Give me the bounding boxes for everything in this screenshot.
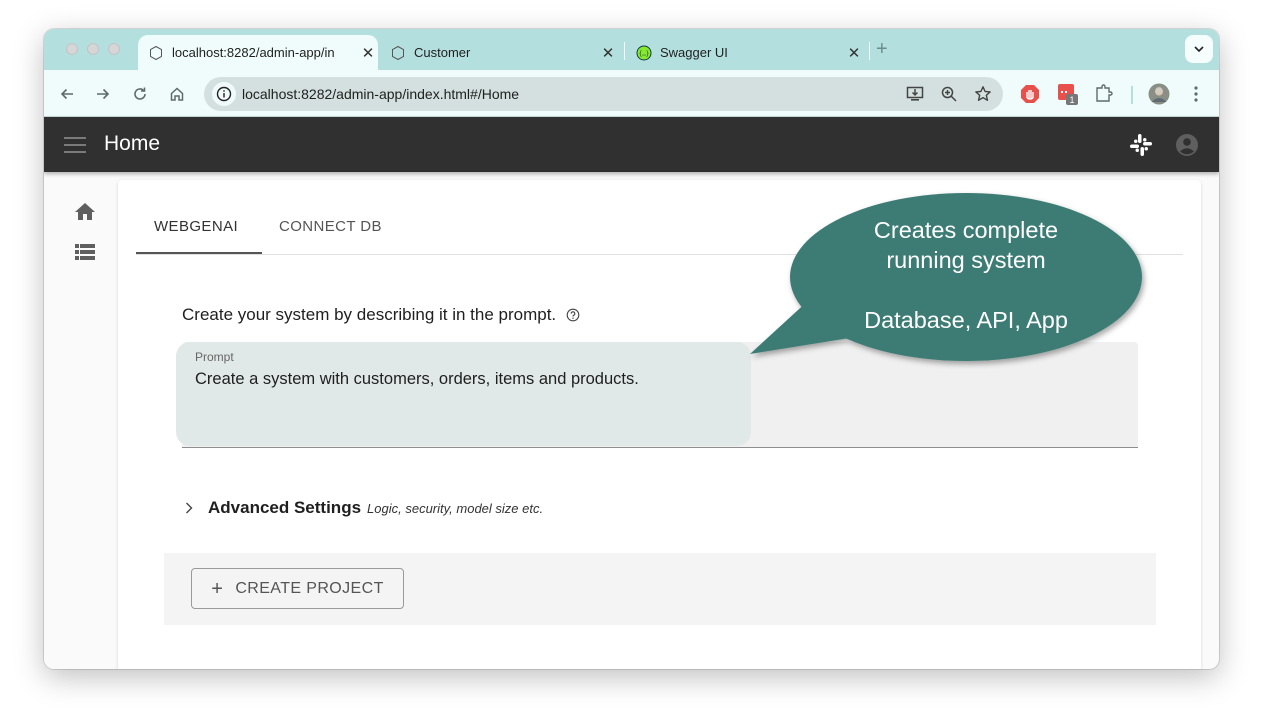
svg-text:{…}: {…} [639, 50, 650, 57]
new-tab-button[interactable]: + [876, 38, 888, 61]
home-outline-icon [170, 87, 184, 101]
advanced-settings-subtitle: Logic, security, model size etc. [367, 501, 544, 516]
close-tab-icon[interactable]: ✕ [844, 44, 864, 62]
prompt-label: Prompt [195, 350, 234, 364]
forward-button[interactable] [91, 82, 115, 106]
home-button[interactable] [165, 82, 189, 106]
callout-line-3: Database, API, App [864, 307, 1068, 333]
extensions-puzzle-icon[interactable] [1092, 82, 1116, 106]
tab-strip: localhost:8282/admin-app/in ✕ Customer ✕… [44, 29, 1219, 70]
browser-tab-swagger[interactable]: {…} Swagger UI ✕ [626, 35, 864, 70]
more-vert-icon [1194, 86, 1198, 102]
advanced-settings-title: Advanced Settings [208, 498, 362, 517]
browser-tab-home[interactable]: localhost:8282/admin-app/in ✕ [138, 35, 378, 70]
browser-tab-customer[interactable]: Customer ✕ [380, 35, 618, 70]
url-text[interactable]: localhost:8282/admin-app/index.html#/Hom… [242, 86, 519, 102]
close-window-button[interactable] [66, 43, 78, 55]
maximize-window-button[interactable] [108, 43, 120, 55]
tab-separator [624, 42, 625, 60]
plus-icon: + [211, 577, 224, 600]
slack-icon[interactable] [1129, 133, 1153, 157]
menu-icon[interactable] [64, 137, 86, 153]
tab-webgenai[interactable]: WEBGENAI [154, 218, 238, 235]
chevron-down-icon [1194, 46, 1204, 52]
callout-line-2: running system [886, 247, 1046, 273]
close-tab-icon[interactable]: ✕ [598, 44, 618, 62]
minimize-window-button[interactable] [87, 43, 99, 55]
window-controls [66, 43, 120, 55]
site-info-icon[interactable] [212, 82, 236, 106]
hexagon-icon [148, 45, 164, 61]
chevron-right-icon [186, 502, 193, 514]
list-icon [75, 244, 95, 260]
home-icon [75, 203, 95, 220]
callout-text: Creates complete running system Database… [844, 215, 1088, 335]
actions-bar: + CREATE PROJECT [164, 553, 1156, 625]
arrow-left-icon [60, 88, 73, 100]
reload-button[interactable] [128, 82, 152, 106]
create-project-button[interactable]: + CREATE PROJECT [191, 568, 404, 609]
install-app-icon[interactable] [905, 84, 925, 104]
arrow-right-icon [97, 88, 110, 100]
sidebar-item-home[interactable] [73, 200, 97, 224]
active-tab-indicator [136, 252, 262, 254]
prompt-input[interactable]: Create a system with customers, orders, … [195, 370, 639, 389]
app-bar: Home [44, 117, 1219, 172]
tab-search-button[interactable] [1185, 35, 1213, 63]
adblock-extension-icon[interactable] [1018, 82, 1042, 106]
profile-avatar[interactable] [1147, 82, 1171, 106]
tab-title: Customer [414, 45, 471, 60]
reload-icon [134, 87, 146, 100]
tab-title: localhost:8282/admin-app/in [172, 45, 335, 60]
callout-line-1: Creates complete [873, 217, 1059, 243]
back-button[interactable] [55, 82, 79, 106]
browser-toolbar: localhost:8282/admin-app/index.html#/Hom… [44, 70, 1219, 117]
swagger-icon: {…} [636, 45, 652, 61]
create-project-label: CREATE PROJECT [235, 579, 384, 597]
extension-badge-count: 1 [1069, 95, 1074, 105]
sidebar-item-list[interactable] [73, 240, 97, 264]
address-bar[interactable]: localhost:8282/admin-app/index.html#/Hom… [204, 77, 1003, 111]
tab-title: Swagger UI [660, 45, 728, 60]
help-icon[interactable] [566, 308, 580, 322]
zoom-icon[interactable] [939, 84, 959, 104]
page-title: Home [104, 132, 161, 155]
tab-connect-db[interactable]: CONNECT DB [279, 218, 382, 235]
browser-window: localhost:8282/admin-app/in ✕ Customer ✕… [44, 29, 1219, 669]
browser-menu-button[interactable] [1184, 82, 1208, 106]
sidebar [44, 172, 118, 669]
callout-annotation: Creates complete running system Database… [744, 189, 1204, 369]
toolbar-divider [1131, 86, 1133, 104]
account-circle-icon[interactable] [1175, 133, 1199, 157]
intro-text-row: Create your system by describing it in t… [182, 305, 580, 325]
close-tab-icon[interactable]: ✕ [358, 44, 378, 62]
advanced-settings-toggle[interactable]: Advanced Settings Logic, security, model… [182, 498, 543, 518]
intro-text: Create your system by describing it in t… [182, 305, 557, 324]
extension-with-badge[interactable]: 1 [1056, 82, 1080, 106]
bookmark-star-icon[interactable] [973, 84, 993, 104]
prompt-highlight [176, 342, 751, 446]
hexagon-icon [390, 45, 406, 61]
tab-separator [869, 42, 870, 60]
